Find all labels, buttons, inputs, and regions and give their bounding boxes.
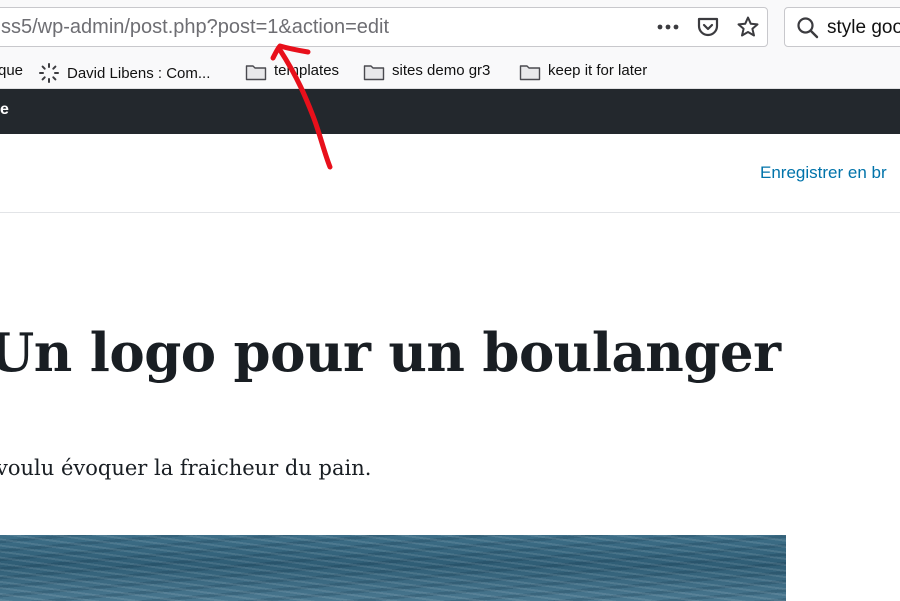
editor-header: Enregistrer en br (0, 134, 900, 213)
wp-admin-bar: e (0, 89, 900, 134)
search-bar[interactable]: style goo (784, 7, 900, 47)
admin-bar-item[interactable]: e (0, 101, 9, 119)
bookmark-label: sites demo gr3 (392, 62, 491, 79)
pocket-icon[interactable] (695, 14, 721, 40)
bookmark-label: keep it for later (548, 62, 648, 79)
post-paragraph[interactable]: voulu évoquer la fraicheur du pain. (0, 456, 371, 480)
bookmarks-toolbar: que David Libens : Com... templates site… (0, 58, 900, 89)
post-title[interactable]: Un logo pour un boulanger (0, 322, 781, 384)
bookmark-folder[interactable]: sites demo gr3 (363, 62, 491, 80)
bookmark-item[interactable]: David Libens : Com... (38, 62, 210, 84)
url-bar[interactable]: ss5/wp-admin/post.php?post=1&action=edit (0, 7, 768, 47)
post-image-block[interactable] (0, 535, 786, 601)
save-draft-button[interactable]: Enregistrer en br (760, 163, 887, 183)
bookmark-item[interactable]: que (0, 62, 23, 79)
folder-icon (363, 63, 385, 80)
url-bar-actions (655, 14, 761, 40)
folder-icon (519, 63, 541, 80)
bookmark-label: que (0, 62, 24, 79)
bookmark-folder[interactable]: keep it for later (519, 62, 648, 80)
bookmark-star-icon[interactable] (735, 14, 761, 40)
annotation-arrow (270, 43, 333, 170)
search-icon (795, 15, 821, 46)
search-input[interactable]: style goo (827, 17, 900, 39)
browser-toolbar: ss5/wp-admin/post.php?post=1&action=edit… (0, 0, 900, 58)
bookmark-label: David Libens : Com... (67, 64, 211, 82)
more-actions-icon[interactable] (655, 14, 681, 40)
loading-spinner-icon (38, 62, 60, 84)
